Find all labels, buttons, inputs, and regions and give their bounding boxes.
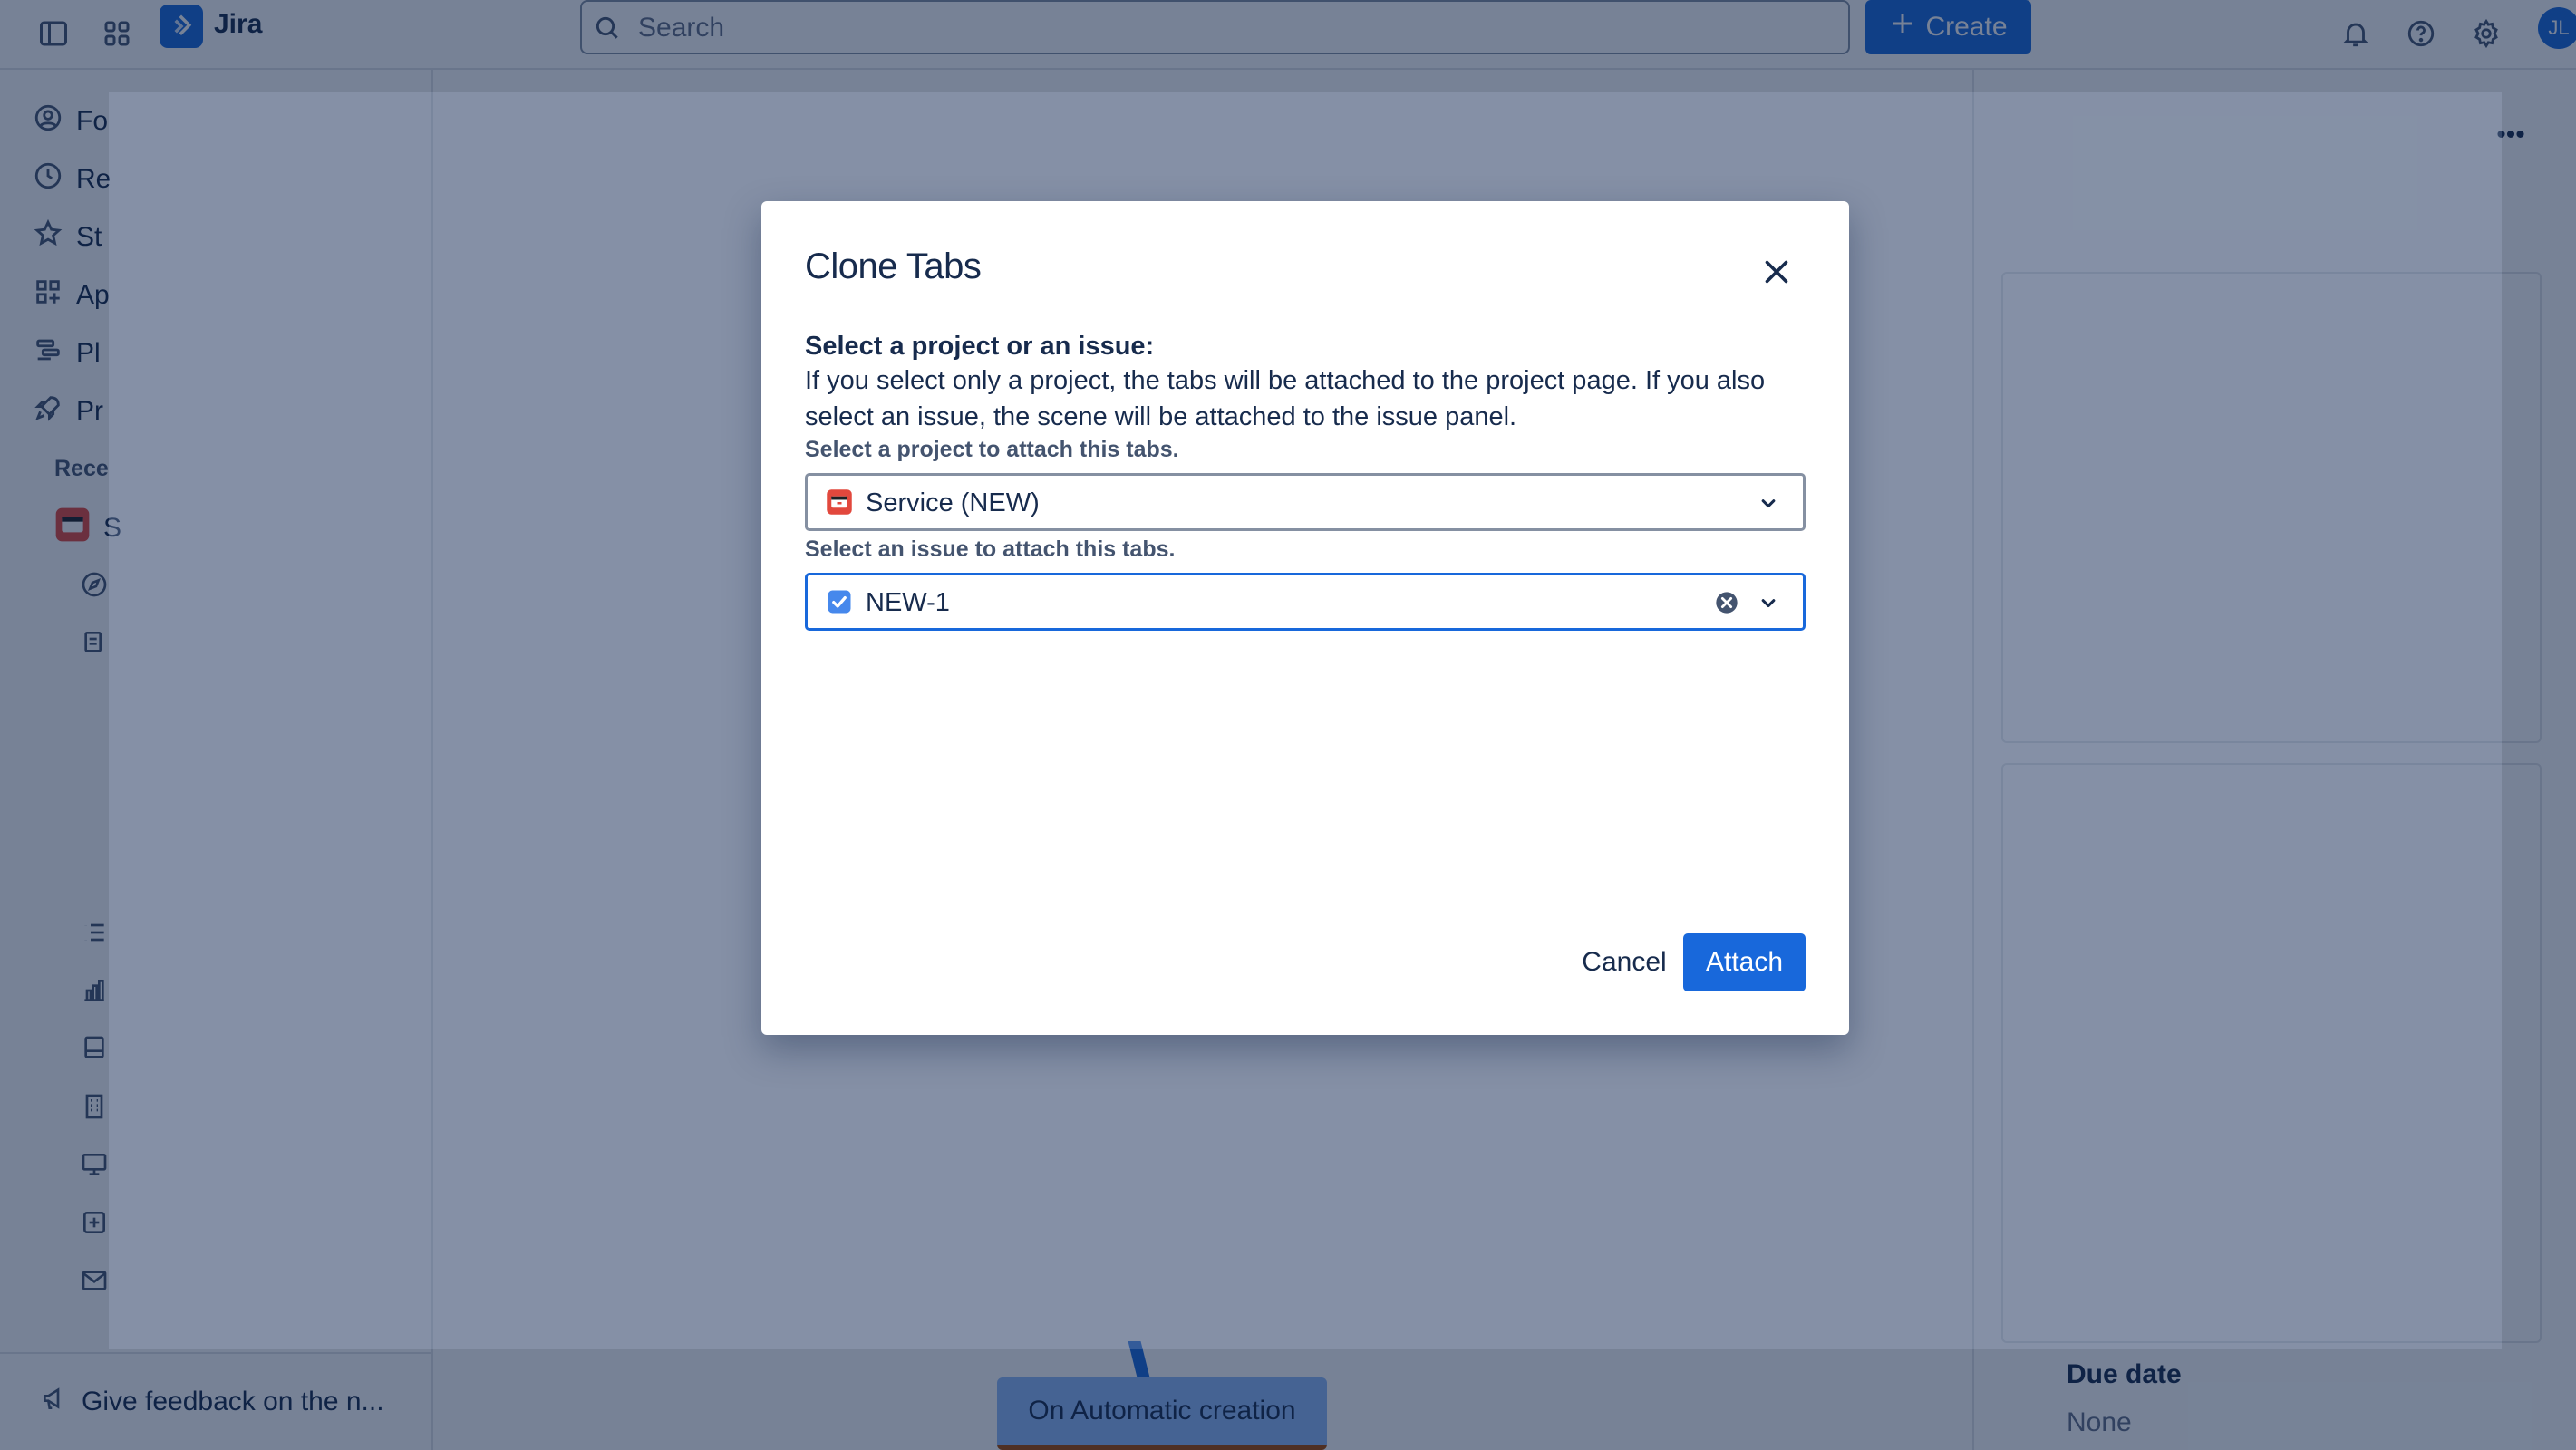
selection-description: If you select only a project, the tabs w… [805,366,1766,431]
close-button[interactable] [1755,252,1798,295]
project-avatar-icon [826,488,853,516]
issue-select[interactable]: NEW-1 [805,573,1806,631]
clone-tabs-dialog: Clone Tabs Select a project or an issue:… [761,201,1849,1035]
issue-select-value: NEW-1 [866,588,950,617]
close-icon [1760,256,1793,293]
project-select-value: Service (NEW) [866,488,1040,517]
dialog-title: Clone Tabs [805,246,982,286]
clear-selection-icon[interactable] [1714,590,1739,615]
project-field-label: Select a project to attach this tabs. [805,437,1179,462]
project-select[interactable]: Service (NEW) [805,473,1806,531]
selection-heading: Select a project or an issue: [805,332,1155,361]
cancel-button[interactable]: Cancel [1552,933,1697,991]
chevron-down-icon[interactable] [1756,490,1781,516]
attach-button[interactable]: Attach [1683,933,1806,991]
chevron-down-icon[interactable] [1756,590,1781,615]
issue-field-label: Select an issue to attach this tabs. [805,536,1176,562]
task-checkbox-icon [826,588,853,615]
